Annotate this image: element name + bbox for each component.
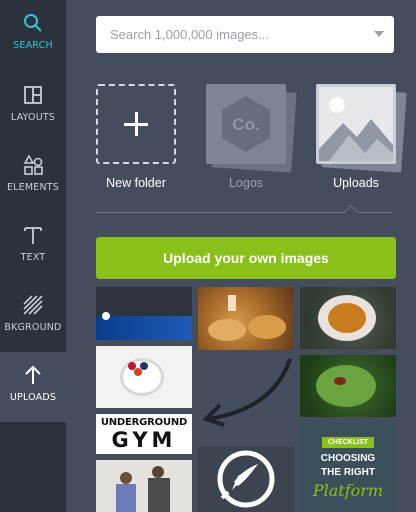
person-body [116,484,136,512]
image-thumb-croissants[interactable] [198,287,294,350]
chevron-down-icon[interactable] [374,31,384,37]
text-t-icon [24,227,42,244]
upload-arrow-icon [25,365,41,384]
uploads-folder[interactable] [316,84,407,173]
image-thumb-office[interactable] [96,460,192,512]
layouts-icon [24,86,42,104]
curved-arrow-graphic [202,358,292,427]
new-folder-button[interactable] [96,84,176,164]
sidebar-item-uploads[interactable]: UPLOADS [0,352,66,422]
soup-shape [328,303,366,333]
dot-icon [102,312,110,320]
uploads-panel: New folder Co. Logos Uploads Upload your… [66,0,416,512]
plus-icon-stem [134,112,138,136]
logos-label: Logos [228,176,264,190]
sidebar-rail: SEARCH LAYOUTS ELEMENTS TEXT BKGROUND UP… [0,0,66,512]
sidebar-item-label: ELEMENTS [6,182,60,193]
gym-title-line1: UNDERGROUND [100,417,188,428]
card-line1: CHOOSING [320,453,376,464]
logos-folder[interactable]: Co. [206,84,297,173]
pastry-shape [248,315,286,339]
label-tag [228,295,236,311]
image-thumb-soup[interactable] [300,287,396,349]
image-thumb-salad[interactable] [300,355,396,417]
rocket-icon [217,450,275,508]
blue-banner [96,316,192,340]
image-thumb-blue-banner[interactable] [96,287,192,340]
card-line3: Platform [312,481,384,500]
salad-shape [316,365,376,407]
new-folder-label: New folder [106,176,166,190]
sidebar-item-background[interactable]: BKGROUND [0,282,66,352]
person-head [120,472,132,484]
sidebar-item-elements[interactable]: ELEMENTS [0,142,66,212]
upload-images-button[interactable]: Upload your own images [96,237,396,279]
sidebar-item-layouts[interactable]: LAYOUTS [0,72,66,142]
sidebar-item-label: SEARCH [13,40,53,51]
person-body [148,478,170,512]
hatch-pattern-icon [23,295,43,315]
person-head [152,466,164,478]
sidebar-item-search[interactable]: SEARCH [0,0,66,70]
checklist-tag: CHECKLIST [322,437,374,448]
pastry-shape [208,319,246,341]
sidebar-item-label: BKGROUND [4,322,62,333]
sidebar-item-label: UPLOADS [9,392,57,403]
image-placeholder-icon [319,97,393,161]
image-thumb-checklist[interactable]: CHECKLIST CHOOSING THE RIGHT Platform [300,423,396,512]
search-input[interactable] [96,16,366,53]
search-box [96,16,394,53]
image-thumb-gym-logo[interactable]: UNDERGROUND GYM [96,414,192,454]
folder-front-card [316,84,396,164]
sidebar-item-label: TEXT [20,252,46,263]
sidebar-item-text[interactable]: TEXT [0,212,66,282]
magnifier-icon [24,14,42,32]
card-line2: THE RIGHT [321,467,375,478]
uploads-label: Uploads [333,176,379,190]
logos-badge-text: Co. [232,115,259,134]
sidebar-item-label: LAYOUTS [10,112,56,123]
salad-topping [334,377,346,385]
folder-front-card: Co. [206,84,286,164]
hexagon-logo-icon: Co. [222,96,270,152]
image-thumb-rocket[interactable] [198,446,294,512]
image-thumb-yogurt[interactable] [96,346,192,408]
shapes-icon [23,154,43,175]
selected-folder-indicator [343,204,359,220]
berry [134,368,142,376]
gym-title-line2: GYM [111,428,177,452]
